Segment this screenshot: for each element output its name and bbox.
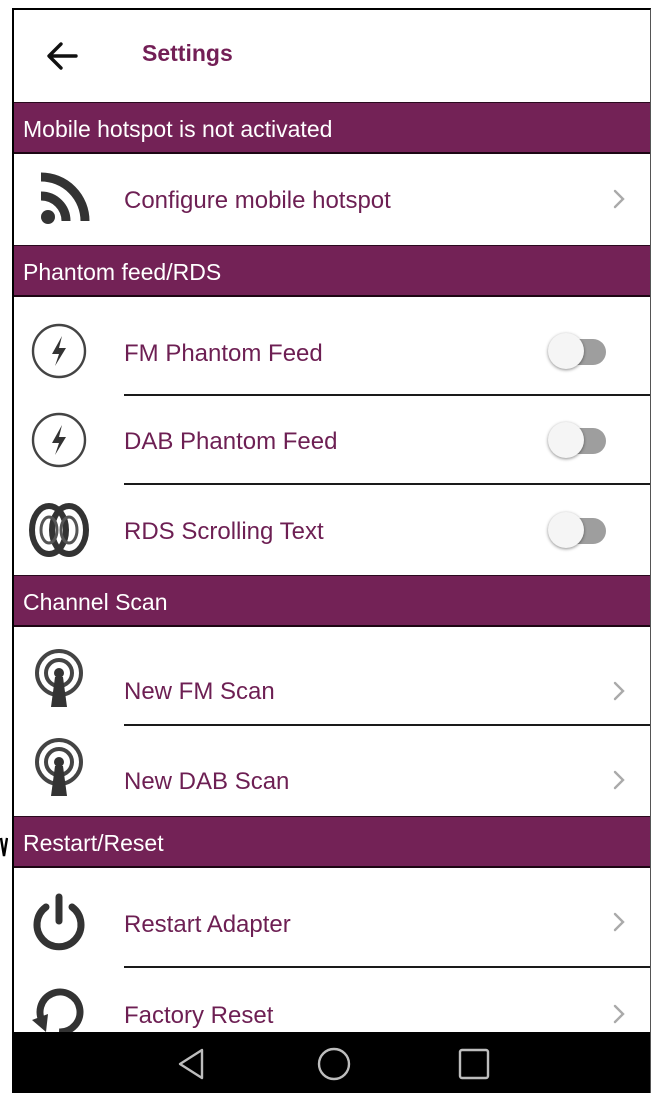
row-rds-scrolling-text[interactable]: RDS Scrolling Text <box>14 485 650 575</box>
row-label: New DAB Scan <box>124 768 290 795</box>
toggle-thumb <box>548 422 584 458</box>
row-label: FM Phantom Feed <box>124 340 323 367</box>
row-label: Configure mobile hotspot <box>124 187 391 214</box>
dab-phantom-toggle[interactable] <box>548 420 606 460</box>
section-header-label: Channel Scan <box>23 589 168 615</box>
row-label: New FM Scan <box>124 678 275 705</box>
section-header-scan: Channel Scan <box>14 575 650 627</box>
wifi-signal-icon <box>40 172 90 224</box>
row-label: Factory Reset <box>124 1002 274 1029</box>
chevron-right-icon <box>613 189 625 209</box>
nav-back-icon[interactable] <box>172 1044 212 1084</box>
row-label: DAB Phantom Feed <box>124 428 338 455</box>
toggle-thumb <box>548 333 584 369</box>
section-header-hotspot: Mobile hotspot is not activated <box>14 102 650 154</box>
reset-icon <box>32 988 84 1032</box>
antenna-icon <box>35 649 83 707</box>
lightning-circle-icon <box>31 323 87 379</box>
chevron-right-icon <box>613 1004 625 1024</box>
fm-phantom-toggle[interactable] <box>548 331 606 371</box>
row-new-dab-scan[interactable]: New DAB Scan <box>14 726 650 816</box>
section-header-reset: Restart/Reset <box>14 816 650 868</box>
row-factory-reset[interactable]: Factory Reset <box>14 968 650 1032</box>
nav-home-icon[interactable] <box>314 1044 354 1084</box>
row-label: Restart Adapter <box>124 911 291 938</box>
chevron-right-icon <box>613 912 625 932</box>
toggle-thumb <box>548 512 584 548</box>
section-header-label: Restart/Reset <box>23 830 164 856</box>
app-screen: Settings Mobile hotspot is not activated… <box>12 8 651 1093</box>
chevron-right-icon <box>613 681 625 701</box>
page-title: Settings <box>142 40 233 66</box>
row-fm-phantom-feed[interactable]: FM Phantom Feed <box>14 307 650 396</box>
system-nav-bar <box>14 1032 650 1093</box>
section-header-label: Mobile hotspot is not activated <box>23 116 333 142</box>
rds-logo-icon <box>29 503 89 557</box>
power-icon <box>33 893 85 951</box>
section-header-label: Phantom feed/RDS <box>23 259 222 285</box>
section-header-phantom: Phantom feed/RDS <box>14 245 650 297</box>
chevron-right-icon <box>613 770 625 790</box>
row-restart-adapter[interactable]: Restart Adapter <box>14 878 650 968</box>
stray-mark <box>0 837 8 857</box>
nav-recents-icon[interactable] <box>454 1044 494 1084</box>
row-dab-phantom-feed[interactable]: DAB Phantom Feed <box>14 396 650 485</box>
rds-scroll-toggle[interactable] <box>548 510 606 550</box>
row-configure-hotspot[interactable]: Configure mobile hotspot <box>14 155 650 245</box>
antenna-icon <box>35 738 83 796</box>
row-label: RDS Scrolling Text <box>124 518 324 545</box>
row-new-fm-scan[interactable]: New FM Scan <box>14 637 650 726</box>
arrow-left-icon[interactable] <box>42 36 86 76</box>
lightning-circle-icon <box>31 412 87 468</box>
app-bar: Settings <box>14 10 650 102</box>
